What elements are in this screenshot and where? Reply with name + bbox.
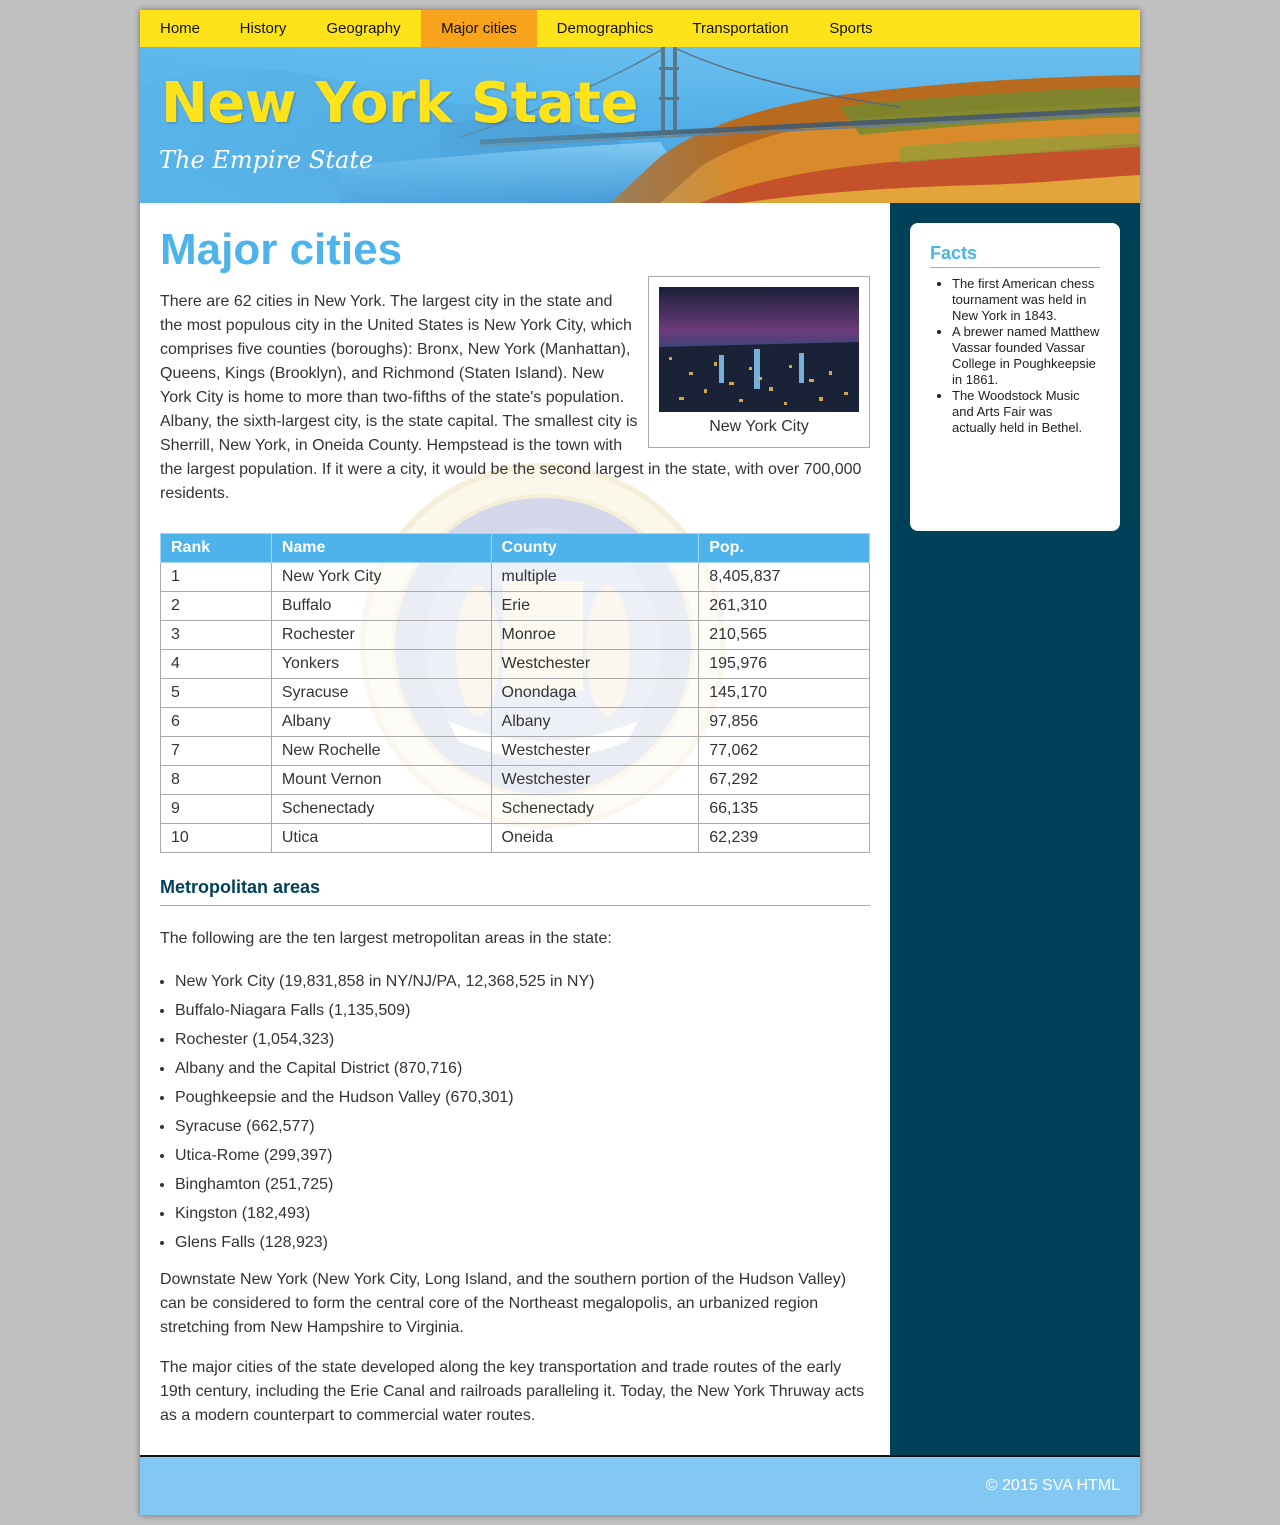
figure-caption: New York City [709,418,809,435]
downstate-paragraph: Downstate New York (New York City, Long … [160,1271,847,1336]
header-name: Name [270,533,492,563]
cell-name: Schenectady [270,794,492,824]
table-row: 6 Albany Albany 97,856 [160,707,870,737]
sidebar: Facts The first American chess tournamen… [890,203,1140,1455]
header-rank: Rank [160,533,272,563]
table-row: 8 Mount Vernon Westchester 67,292 [160,765,870,795]
cell-population: 67,292 [698,765,870,795]
cell-name: Albany [270,707,492,737]
table-row: 7 New Rochelle Westchester 77,062 [160,736,870,766]
cell-population: 145,170 [698,678,870,708]
footer: © 2015 SVA HTML [140,1455,1140,1515]
table-row: 4 Yonkers Westchester 195,976 [160,649,870,679]
history-paragraph: The major cities of the state developed … [160,1359,865,1424]
nav-item-sports[interactable]: Sports [808,10,894,47]
cell-rank: 1 [160,562,272,592]
cell-county: Onondaga [490,678,700,708]
table-row: 5 Syracuse Onondaga 145,170 [160,678,870,708]
table-header-row: Rank Name County Pop. [160,533,870,563]
table-row: 9 Schenectady Schenectady 66,135 [160,794,870,824]
cell-population: 77,062 [698,736,870,766]
cell-population: 66,135 [698,794,870,824]
cell-name: Syracuse [270,678,492,708]
nyc-night-photo [659,287,859,412]
cell-county: Westchester [490,736,700,766]
cell-rank: 3 [160,620,272,650]
cell-rank: 10 [160,823,272,853]
cell-name: Utica [270,823,492,853]
facts-title: Facts [930,243,1100,268]
cell-county: Erie [490,591,700,621]
header-county: County [490,533,700,563]
cell-rank: 8 [160,765,272,795]
cell-county: multiple [490,562,700,592]
cell-population: 261,310 [698,591,870,621]
cell-rank: 5 [160,678,272,708]
list-item: Poughkeepsie and the Hudson Valley (670,… [175,1083,594,1112]
cell-population: 210,565 [698,620,870,650]
cell-name: Rochester [270,620,492,650]
nav-item-history[interactable]: History [220,10,306,47]
cell-county: Westchester [490,649,700,679]
table-row: 2 Buffalo Erie 261,310 [160,591,870,621]
largest-cities-table: Rank Name County Pop. 1 New York City mult… [160,533,870,853]
site-title: New York State [161,71,638,136]
list-item: Syracuse (662,577) [175,1112,594,1141]
city-figure: New York City [648,276,870,448]
cell-name: Mount Vernon [270,765,492,795]
list-item: Glens Falls (128,923) [175,1228,594,1257]
table-row: 1 New York City multiple 8,405,837 [160,562,870,592]
cell-county: Schenectady [490,794,700,824]
cell-name: New York City [270,562,492,592]
page-container: Home History Geography Major cities Demo… [140,10,1140,1515]
nav-item-demographics[interactable]: Demographics [537,10,673,47]
list-item: New York City (19,831,858 in NY/NJ/PA, 1… [175,967,594,996]
copyright-text: © 2015 SVA HTML [985,1477,1120,1494]
cell-county: Monroe [490,620,700,650]
cell-rank: 2 [160,591,272,621]
header-population: Pop. [698,533,870,563]
cell-population: 97,856 [698,707,870,737]
list-item: Kingston (182,493) [175,1199,594,1228]
main-nav: Home History Geography Major cities Demo… [140,10,1140,47]
nav-item-geography[interactable]: Geography [306,10,421,47]
facts-list: The first American chess tournament was … [930,276,1100,436]
intro-section: New York City There are 62 cities in New… [160,276,870,506]
list-item: Albany and the Capital District (870,716… [175,1054,594,1083]
list-item: The first American chess tournament was … [952,276,1100,324]
cell-population: 195,976 [698,649,870,679]
list-item: Binghamton (251,725) [175,1170,594,1199]
cell-rank: 4 [160,649,272,679]
list-item: Buffalo-Niagara Falls (1,135,509) [175,996,594,1025]
metro-heading: Metropolitan areas [160,876,870,906]
facts-box: Facts The first American chess tournamen… [910,223,1120,531]
header-banner: New York State The Empire State [140,47,1140,203]
cell-rank: 6 [160,707,272,737]
cell-name: Yonkers [270,649,492,679]
nav-item-home[interactable]: Home [140,10,220,47]
cell-county: Westchester [490,765,700,795]
list-item: Utica-Rome (299,397) [175,1141,594,1170]
table-row: 10 Utica Oneida 62,239 [160,823,870,853]
cell-county: Oneida [490,823,700,853]
cell-name: Buffalo [270,591,492,621]
cell-rank: 7 [160,736,272,766]
cell-population: 8,405,837 [698,562,870,592]
cell-rank: 9 [160,794,272,824]
metro-lead: The following are the ten largest metrop… [160,930,612,947]
metro-list: New York City (19,831,858 in NY/NJ/PA, 1… [160,967,594,1257]
list-item: A brewer named Matthew Vassar founded Va… [952,324,1100,388]
cell-county: Albany [490,707,700,737]
cell-name: New Rochelle [270,736,492,766]
nav-item-transportation[interactable]: Transportation [673,10,808,47]
list-item: The Woodstock Music and Arts Fair was ac… [952,388,1100,436]
table-row: 3 Rochester Monroe 210,565 [160,620,870,650]
page-title: Major cities [160,225,403,274]
nav-item-major-cities[interactable]: Major cities [421,10,537,47]
cell-population: 62,239 [698,823,870,853]
list-item: Rochester (1,054,323) [175,1025,594,1054]
site-tagline: The Empire State [159,146,374,174]
